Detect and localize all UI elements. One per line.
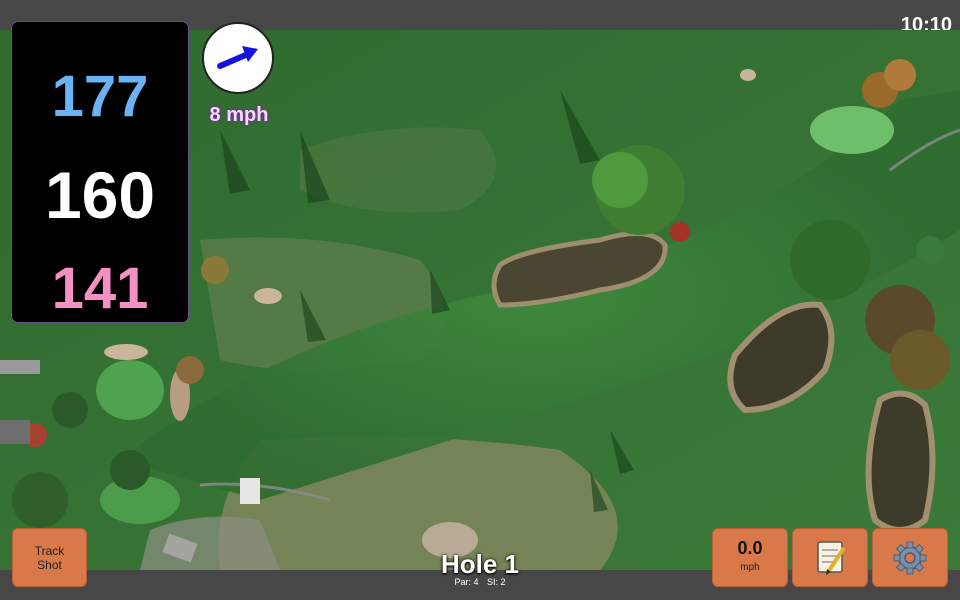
par-label: Par: 4 [454,577,479,587]
settings-button[interactable] [872,528,948,587]
arrow-icon [217,46,258,69]
track-shot-label-line1: Track [34,544,65,558]
notes-button[interactable] [792,528,868,587]
stroke-index-label: SI: 2 [487,577,506,587]
hole-title: Hole 1 [440,549,520,579]
distance-panel: 177 160 141 [12,22,188,322]
center-distance: 160 [44,158,156,232]
notepad-icon [817,541,846,575]
wind-dial [202,22,274,94]
speed-unit: mph [740,562,760,573]
wind-speed: 8 mph [209,104,269,126]
track-shot-button[interactable]: Track Shot [12,528,87,587]
front-distance: 141 [51,256,149,321]
back-distance: 177 [51,64,149,129]
track-shot-label-line2: Shot [37,558,62,572]
gear-icon [893,541,927,575]
hole-info: Par: 4 SI: 2 [400,577,560,587]
speed-value: 0.0 [737,538,763,558]
speed-button[interactable]: 0.0 mph [712,528,788,587]
